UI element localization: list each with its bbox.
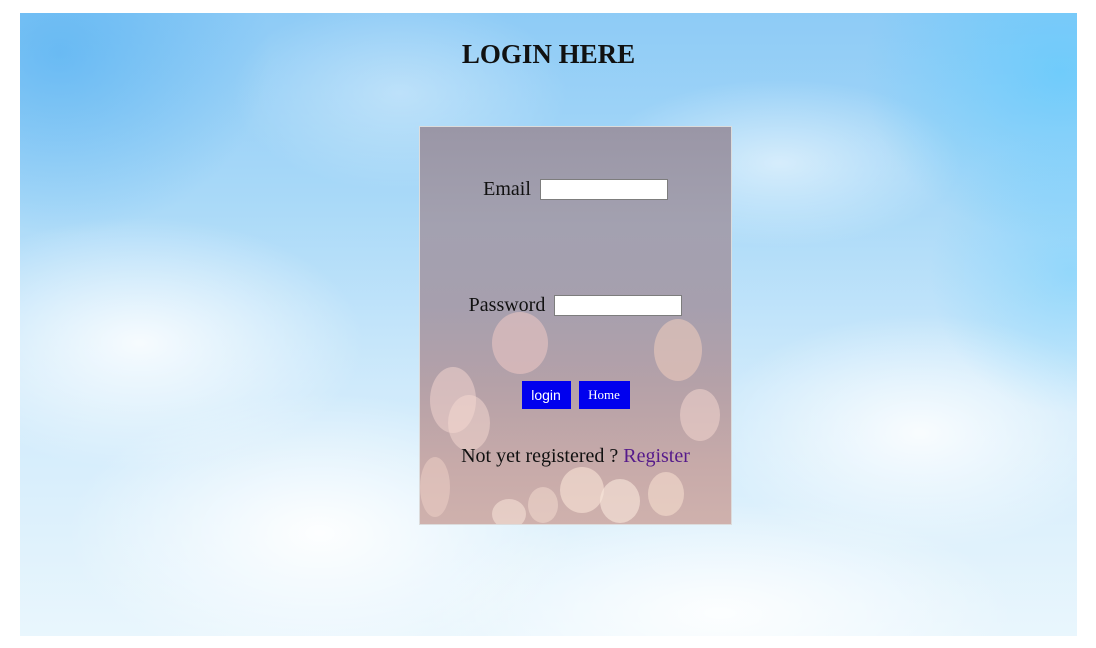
bokeh-light	[492, 499, 526, 524]
home-button[interactable]: Home	[578, 381, 630, 409]
password-field[interactable]	[554, 294, 683, 316]
login-form: Email Password login Home Not yet regist…	[419, 126, 732, 525]
email-row: Email	[420, 177, 731, 201]
bokeh-light	[654, 319, 702, 381]
register-prompt-row: Not yet registered ? Register	[420, 445, 731, 468]
page-background: LOGIN HERE Email Password login Home Not…	[20, 13, 1077, 636]
register-prompt-text: Not yet registered ?	[461, 445, 619, 467]
login-button[interactable]: login	[521, 381, 571, 409]
password-row: Password	[420, 293, 731, 317]
email-field[interactable]	[539, 178, 668, 200]
bokeh-light	[600, 479, 640, 523]
password-label: Password	[468, 293, 546, 316]
page-title: LOGIN HERE	[461, 39, 636, 69]
bokeh-light	[528, 487, 558, 523]
register-link[interactable]: Register	[623, 445, 690, 467]
bokeh-light	[648, 472, 684, 516]
bokeh-light	[560, 467, 604, 513]
email-label: Email	[483, 177, 531, 200]
button-row: login Home	[420, 381, 731, 409]
bokeh-light	[492, 312, 548, 374]
